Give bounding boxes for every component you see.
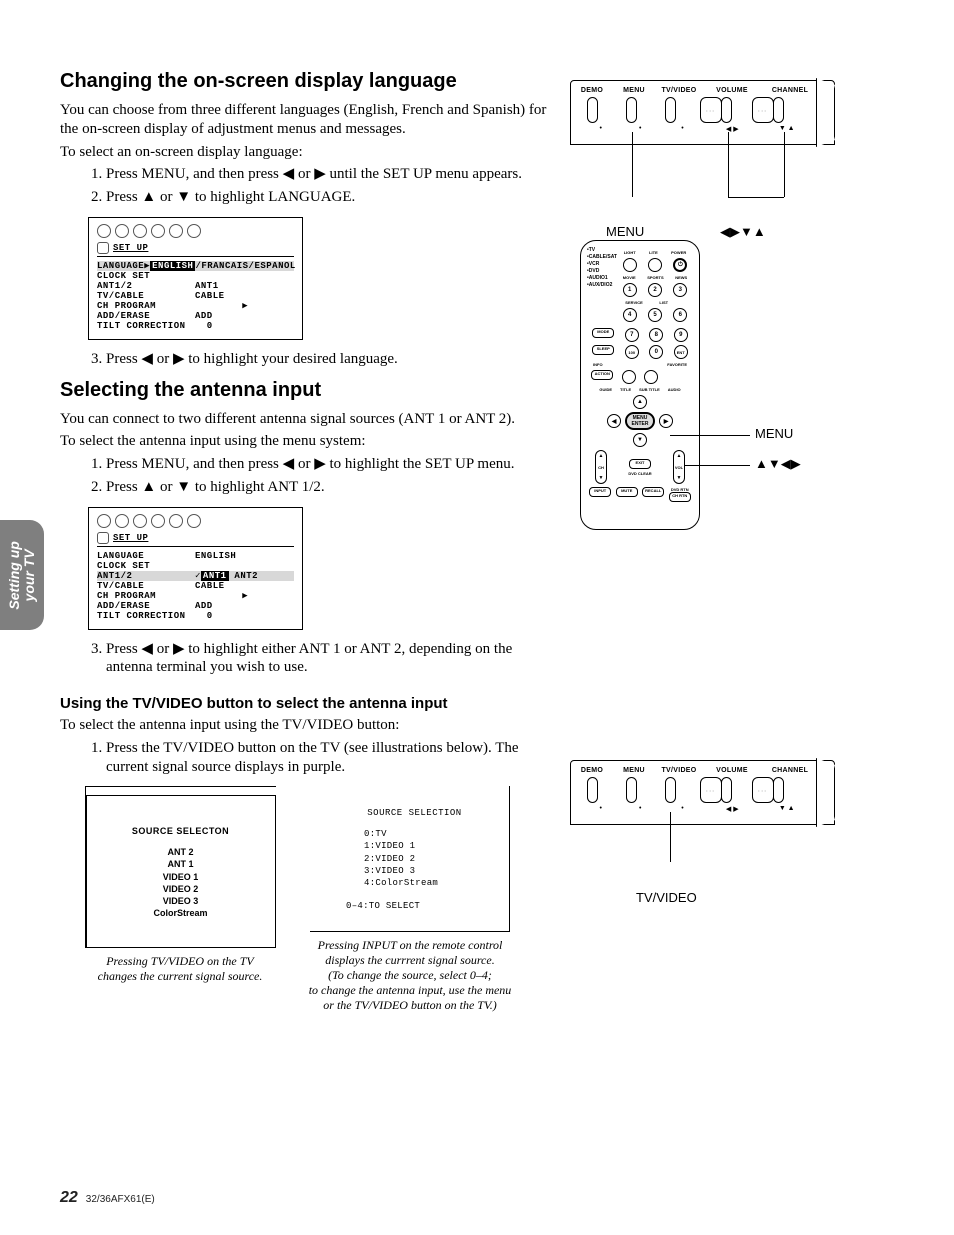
- step-3-1: Press the TV/VIDEO button on the TV (see…: [106, 739, 550, 777]
- osd-menu-2: SET UP LANGUAGEENGLISH CLOCK SET ANT1/2✓…: [88, 507, 303, 630]
- remote-label-arrows: ▲▼◀▶: [755, 456, 801, 472]
- tv-panel-illustration-bottom: DEMO MENU TV/VIDEO VOLUME CHANNEL ::: ::…: [570, 760, 835, 825]
- para-intro-1: You can choose from three different lang…: [60, 101, 550, 139]
- heading-tvvideo: Using the TV/VIDEO button to select the …: [60, 695, 550, 712]
- step-2-1: Press MENU, and then press ◀ or ▶ to hig…: [106, 455, 550, 474]
- step-1-1: Press MENU, and then press ◀ or ▶ until …: [106, 165, 550, 184]
- step-1-3: Press ◀ or ▶ to highlight your desired l…: [106, 350, 550, 369]
- para-intro-2: You can connect to two different antenna…: [60, 410, 550, 429]
- heading-antenna: Selecting the antenna input: [60, 379, 550, 402]
- para-lead-1: To select an on-screen display language:: [60, 143, 550, 162]
- page-footer: 2232/36AFX61(E): [60, 1189, 155, 1207]
- remote-label-menu: MENU: [755, 426, 793, 441]
- para-lead-2: To select the antenna input using the me…: [60, 432, 550, 451]
- source-box-right: SOURCE SELECTION 0:TV1:VIDEO 1 2:VIDEO 2…: [300, 786, 520, 1013]
- source-box-left: SOURCE SELECTON ANT 2ANT 1 VIDEO 1VIDEO …: [80, 786, 280, 1013]
- tv-caption-arrows: ◀▶▼▲: [720, 224, 766, 240]
- side-tab: Setting up your TV: [0, 520, 44, 630]
- tv-caption-tvvideo: TV/VIDEO: [636, 890, 697, 905]
- remote-illustration: •TV•CABLE/SAT•VCR •DVD•AUDIO1•AUX/DIO2 L…: [580, 240, 700, 530]
- step-2-2: Press ▲ or ▼ to highlight ANT 1/2.: [106, 478, 550, 497]
- tv-panel-illustration-top: DEMO MENU TV/VIDEO VOLUME CHANNEL ::: ::…: [570, 80, 835, 145]
- step-1-2: Press ▲ or ▼ to highlight LANGUAGE.: [106, 188, 550, 207]
- para-lead-3: To select the antenna input using the TV…: [60, 716, 550, 735]
- tv-caption-menu: MENU: [606, 224, 644, 239]
- step-2-3: Press ◀ or ▶ to highlight either ANT 1 o…: [106, 640, 550, 678]
- heading-language: Changing the on-screen display language: [60, 70, 550, 93]
- osd-menu-1: SET UP LANGUAGE▶ENGLISH/FRANCAIS/ESPANOL…: [88, 217, 303, 340]
